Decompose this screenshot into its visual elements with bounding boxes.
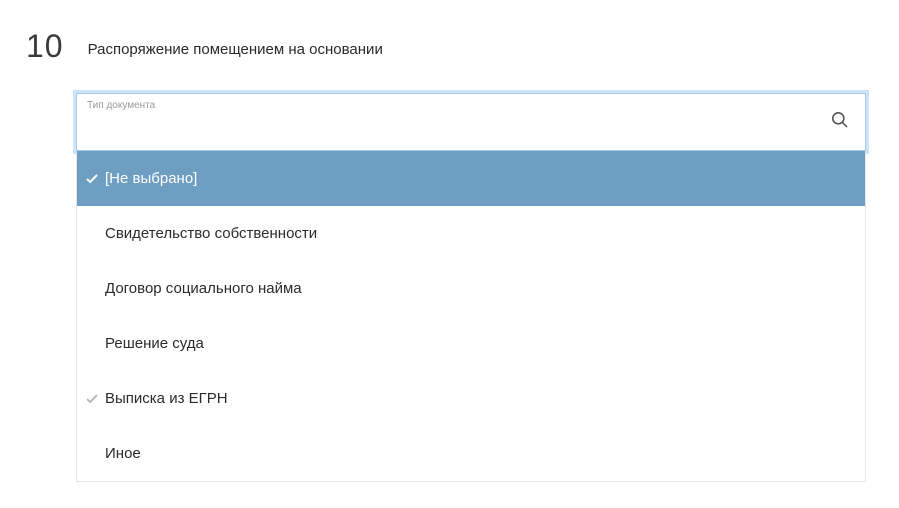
option-label: Договор социального найма bbox=[105, 280, 302, 297]
search-icon[interactable] bbox=[830, 110, 849, 134]
document-type-label: Тип документа bbox=[87, 100, 155, 111]
option-label: Решение суда bbox=[105, 335, 204, 352]
option-label: Выписка из ЕГРН bbox=[105, 390, 228, 407]
document-type-field: Тип документа [Не выбрано] Свидетельство… bbox=[76, 93, 866, 482]
document-type-dropdown: [Не выбрано] Свидетельство собственности… bbox=[76, 151, 866, 482]
option-label: Свидетельство собственности bbox=[105, 225, 317, 242]
option-other[interactable]: Иное bbox=[77, 426, 865, 481]
option-label: [Не выбрано] bbox=[105, 170, 197, 187]
option-ownership-certificate[interactable]: Свидетельство собственности bbox=[77, 206, 865, 261]
section-number: 10 bbox=[26, 28, 64, 65]
option-court-decision[interactable]: Решение суда bbox=[77, 316, 865, 371]
section-title: Распоряжение помещением на основании bbox=[88, 35, 383, 58]
section-header: 10 Распоряжение помещением на основании bbox=[0, 0, 899, 65]
check-icon bbox=[86, 174, 98, 184]
document-type-input[interactable] bbox=[77, 125, 815, 150]
document-type-combobox[interactable]: Тип документа bbox=[76, 93, 866, 151]
option-egrn-extract[interactable]: Выписка из ЕГРН bbox=[77, 371, 865, 426]
option-social-rent-contract[interactable]: Договор социального найма bbox=[77, 261, 865, 316]
option-label: Иное bbox=[105, 445, 141, 462]
option-not-selected[interactable]: [Не выбрано] bbox=[77, 151, 865, 206]
check-icon bbox=[86, 394, 98, 404]
